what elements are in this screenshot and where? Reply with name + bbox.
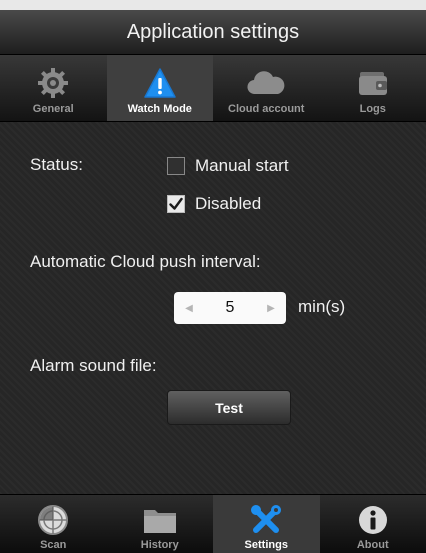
tab-settings-label: Settings <box>245 539 288 551</box>
tab-about-label: About <box>357 539 389 551</box>
tab-history-label: History <box>141 539 179 551</box>
increment-arrow-icon[interactable]: ▶ <box>264 303 278 314</box>
push-interval-stepper[interactable]: ◀ 5 ▶ <box>174 292 286 324</box>
tab-scan[interactable]: Scan <box>0 495 107 553</box>
disabled-option[interactable]: Disabled <box>167 194 261 214</box>
push-interval-unit: min(s) <box>298 297 345 317</box>
status-label: Status: <box>30 155 83 175</box>
tab-logs-label: Logs <box>360 103 386 115</box>
tab-general-label: General <box>33 103 74 115</box>
title-bar: Application settings <box>0 10 426 55</box>
status-strip <box>0 0 426 10</box>
tab-about[interactable]: About <box>320 495 426 553</box>
disabled-checkbox[interactable] <box>167 195 185 213</box>
page-title: Application settings <box>127 21 299 44</box>
settings-panel: Status: Manual start Disabled Automatic … <box>0 122 426 494</box>
warning-icon <box>143 66 177 100</box>
gear-icon <box>37 66 69 100</box>
folder-icon <box>142 501 178 539</box>
tab-cloud-account-label: Cloud account <box>228 103 304 115</box>
scan-icon <box>36 501 70 539</box>
wallet-icon <box>357 66 389 100</box>
tools-icon <box>249 501 283 539</box>
manual-start-checkbox[interactable] <box>167 157 185 175</box>
tab-history[interactable]: History <box>107 495 214 553</box>
checkmark-icon <box>169 197 183 211</box>
tab-watch-mode-label: Watch Mode <box>128 103 192 115</box>
disabled-label: Disabled <box>195 194 261 214</box>
info-icon <box>356 501 390 539</box>
cloud-icon <box>246 66 286 100</box>
tab-watch-mode[interactable]: Watch Mode <box>107 55 214 121</box>
test-button[interactable]: Test <box>167 390 291 425</box>
alarm-sound-label: Alarm sound file: <box>30 356 157 376</box>
manual-start-option[interactable]: Manual start <box>167 156 289 176</box>
tab-settings[interactable]: Settings <box>213 495 320 553</box>
top-tab-bar: General Watch Mode Cloud account <box>0 55 426 122</box>
tab-scan-label: Scan <box>40 539 66 551</box>
push-interval-label: Automatic Cloud push interval: <box>30 252 261 272</box>
tab-logs[interactable]: Logs <box>320 55 426 121</box>
bottom-tab-bar: Scan History Settings <box>0 494 426 553</box>
decrement-arrow-icon[interactable]: ◀ <box>182 303 196 314</box>
push-interval-value: 5 <box>226 299 235 317</box>
manual-start-label: Manual start <box>195 156 289 176</box>
tab-cloud-account[interactable]: Cloud account <box>213 55 320 121</box>
tab-general[interactable]: General <box>0 55 107 121</box>
